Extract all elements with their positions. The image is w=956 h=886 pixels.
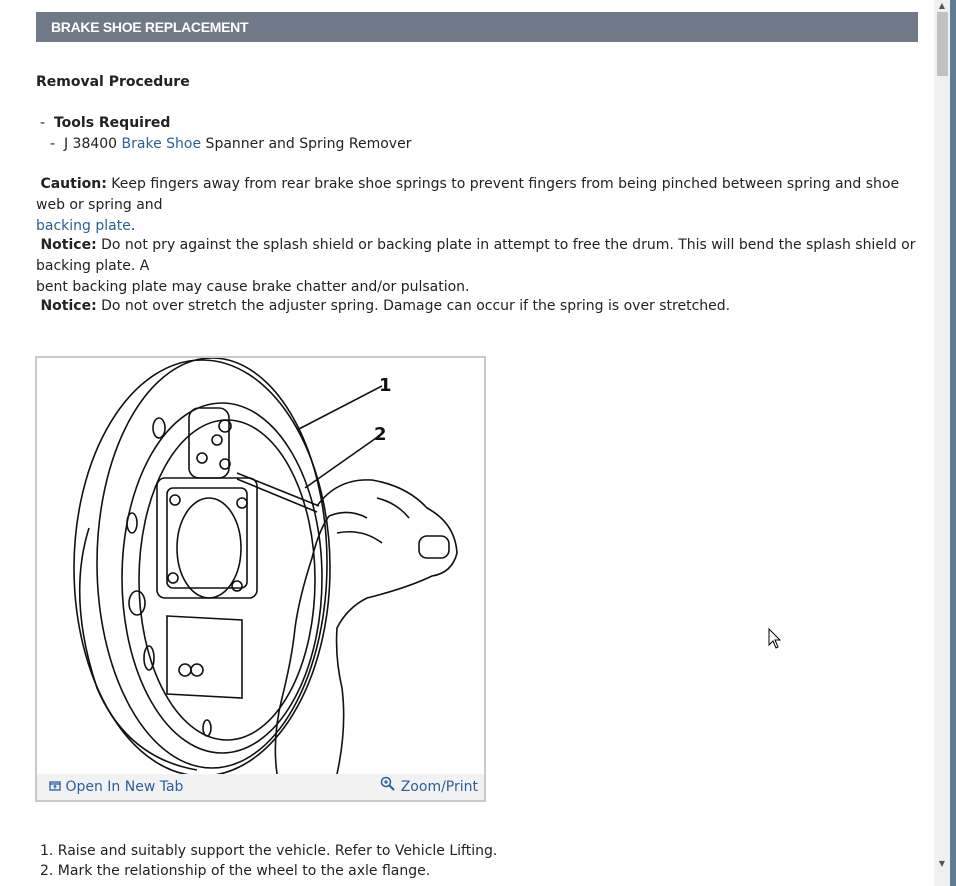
scroll-up-arrow-icon[interactable]: ▲ [937,1,947,11]
scroll-thumb[interactable] [937,12,948,76]
mouse-cursor-icon [768,628,782,649]
scroll-down-arrow-icon[interactable]: ▼ [937,859,947,869]
callout-1: 1 [379,375,392,396]
vertical-scrollbar[interactable]: ▲ ▼ [934,0,950,886]
notice-text-2: Do not over stretch the adjuster spring.… [96,298,731,314]
open-in-new-tab-label: Open In New Tab [65,779,184,795]
tool-item: - J 38400 Brake Shoe Spanner and Spring … [50,136,411,152]
removal-heading: Removal Procedure [36,74,190,90]
figure-footer: Open In New Tab Zoom/Print [37,774,484,800]
zoom-print-label: Zoom/Print [400,779,478,795]
notice-text-1b: bent backing plate may cause brake chatt… [36,279,470,295]
brake-drum-illustration[interactable]: 1 2 [37,358,484,774]
notice-label-2: Notice: [40,298,97,314]
zoom-print-button[interactable]: Zoom/Print [380,776,478,795]
brake-figure: 1 2 Open In New Tab Zoom/Print [35,356,486,802]
document-window: BRAKE SHOE REPLACEMENT Removal Procedure… [0,0,934,886]
tools-heading: Tools Required [53,115,171,131]
caution-text: Keep fingers away from rear brake shoe s… [36,176,900,213]
section-header: BRAKE SHOE REPLACEMENT [36,12,918,42]
tool-item-prefix: J 38400 [63,136,122,152]
backing-plate-link[interactable]: backing plate [36,218,131,234]
tool-item-suffix: Spanner and Spring Remover [201,136,412,152]
callout-2: 2 [374,424,387,445]
notice-paragraph-2: Notice: Do not over stretch the adjuster… [36,296,918,317]
caution-label: Caution: [40,176,107,192]
tools-bullet: - [40,115,46,131]
open-in-new-tab-button[interactable]: Open In New Tab [49,779,183,795]
notice-text-1a: Do not pry against the splash shield or … [36,237,916,274]
notice-paragraph-1: Notice: Do not pry against the splash sh… [36,235,918,298]
tools-required: - Tools Required [40,115,170,131]
notice-label-1: Notice: [40,237,97,253]
brake-shoe-link[interactable]: Brake Shoe [122,136,202,152]
open-in-new-tab-icon [49,781,61,791]
tool-item-bullet: - [50,136,56,152]
magnifier-zoom-icon [381,776,395,791]
step-item: 2. Mark the relationship of the wheel to… [40,863,431,879]
step-item: 1. Raise and suitably support the vehicl… [40,843,498,859]
desktop-edge [950,0,956,886]
caution-paragraph: Caution: Keep fingers away from rear bra… [36,174,918,237]
caution-end: . [130,218,136,234]
